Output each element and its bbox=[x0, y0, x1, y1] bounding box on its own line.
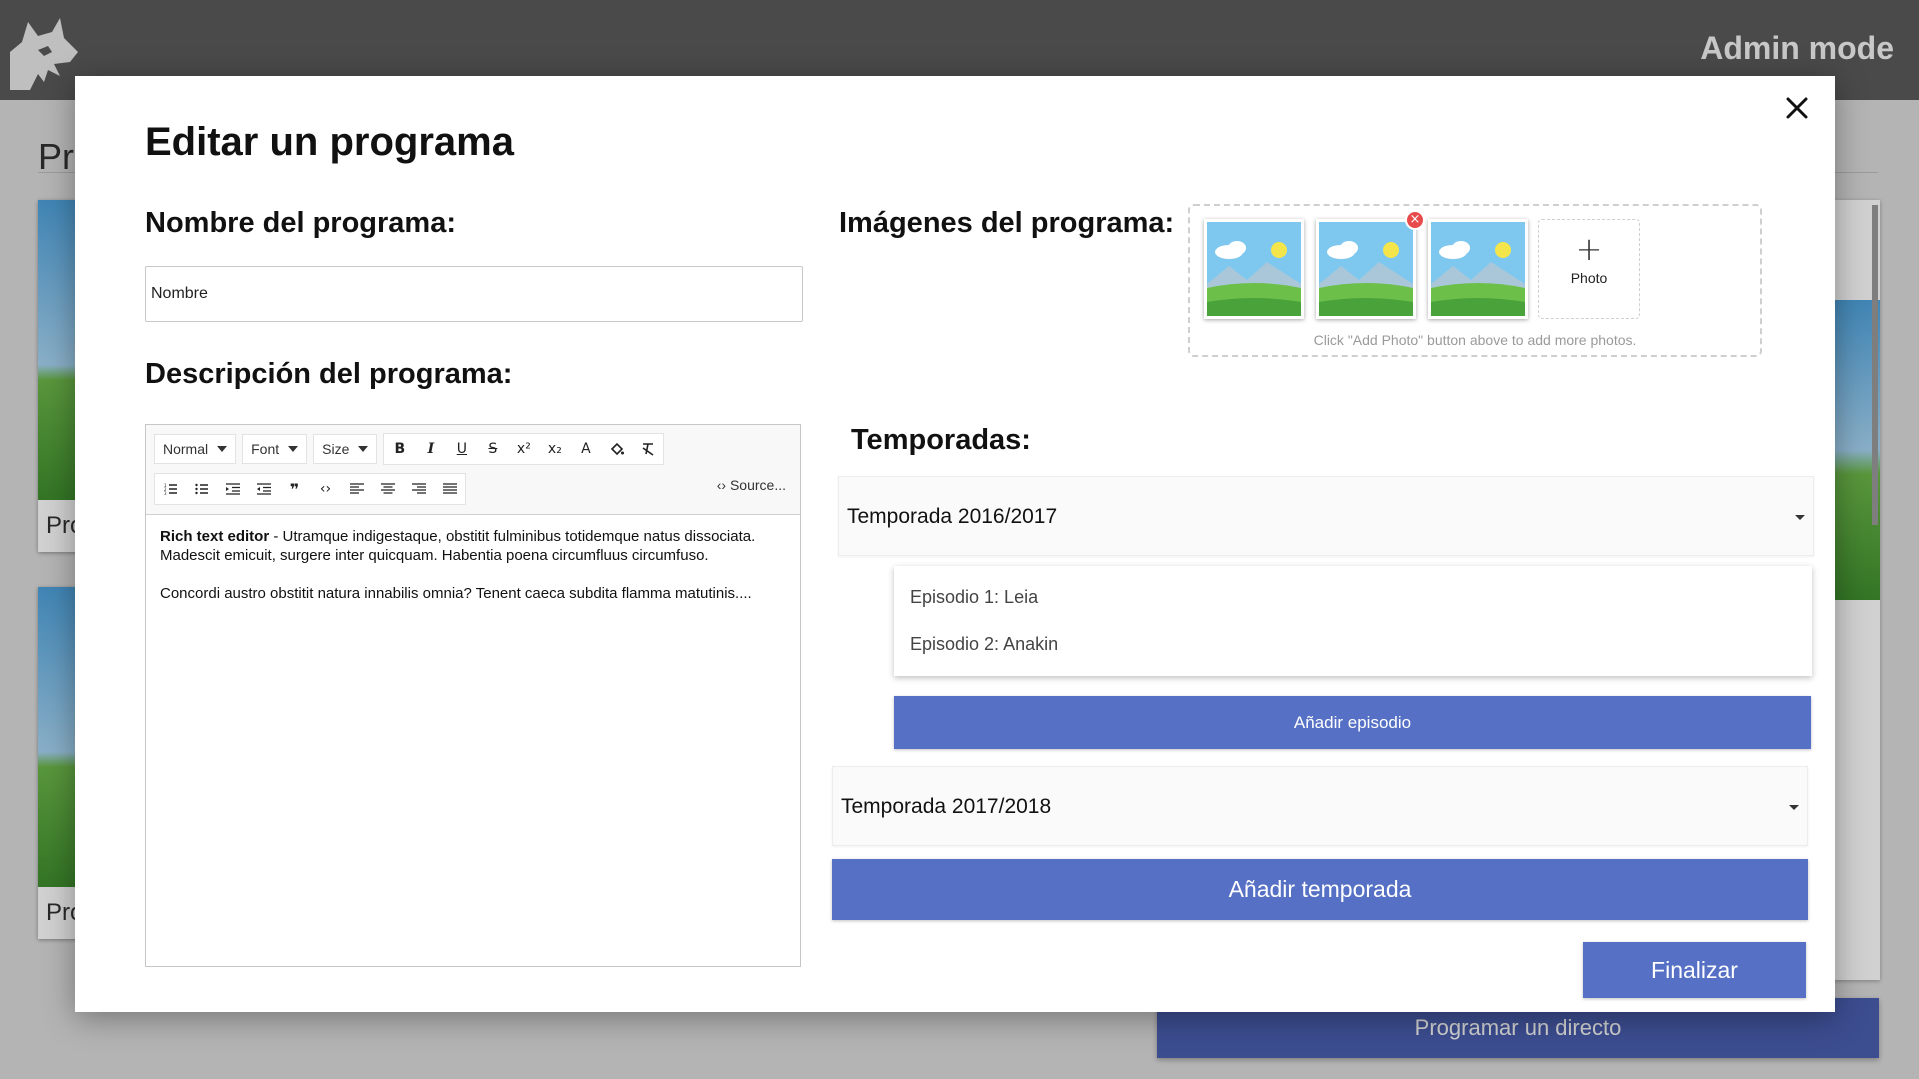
program-image-thumbnail[interactable] bbox=[1204, 219, 1304, 319]
fill-color-icon[interactable] bbox=[601, 434, 632, 464]
outdent-icon[interactable] bbox=[248, 474, 279, 504]
seasons-label: Temporadas: bbox=[851, 424, 1031, 456]
bullet-list-icon[interactable] bbox=[186, 474, 217, 504]
program-image-thumbnail[interactable] bbox=[1428, 219, 1528, 319]
season-title: Temporada 2017/2018 bbox=[841, 795, 1052, 818]
chevron-down-icon bbox=[358, 446, 369, 452]
program-name-input[interactable] bbox=[145, 266, 803, 322]
code-icon[interactable]: ‹› bbox=[310, 474, 341, 504]
editor-paragraph: Rich text editor - Utramque indigestaque… bbox=[160, 527, 786, 565]
add-season-button[interactable]: Añadir temporada bbox=[832, 859, 1808, 920]
program-image-thumbnail[interactable]: × bbox=[1316, 210, 1425, 319]
font-dropdown[interactable]: Font bbox=[242, 434, 308, 464]
svg-text:3: 3 bbox=[164, 491, 167, 495]
editor-toolbar: Normal Font Size B I U S x² x₂ A 1 2 3 ❞… bbox=[146, 425, 800, 515]
season-accordion[interactable]: Temporada 2016/2017 bbox=[838, 476, 1814, 556]
blockquote-icon[interactable]: ❞ bbox=[279, 474, 310, 504]
code-icon: ‹› bbox=[716, 477, 730, 493]
add-photo-hint: Click "Add Photo" button above to add mo… bbox=[1313, 332, 1637, 348]
clear-format-icon[interactable] bbox=[632, 434, 663, 464]
finish-button[interactable]: Finalizar bbox=[1583, 942, 1806, 998]
image-dropzone[interactable]: × + Photo Click "Add Photo" button above… bbox=[1188, 204, 1762, 357]
align-right-icon[interactable] bbox=[403, 474, 434, 504]
text-style-group: B I U S x² x₂ A bbox=[383, 433, 665, 465]
align-justify-icon[interactable] bbox=[434, 474, 465, 504]
size-dropdown-label: Size bbox=[322, 441, 350, 457]
superscript-icon[interactable]: x² bbox=[508, 434, 539, 464]
dialog-title: Editar un programa bbox=[145, 120, 514, 164]
source-button-label: Source... bbox=[729, 477, 786, 493]
landscape-image-icon bbox=[1431, 222, 1525, 316]
chevron-down-icon bbox=[288, 446, 299, 452]
italic-icon[interactable]: I bbox=[415, 434, 446, 464]
align-center-icon[interactable] bbox=[372, 474, 403, 504]
add-photo-label: Photo bbox=[1570, 270, 1608, 286]
underline-icon[interactable]: U bbox=[446, 434, 477, 464]
bold-icon[interactable]: B bbox=[384, 434, 415, 464]
editor-paragraph: Concordi austro obstitit natura innabili… bbox=[160, 585, 752, 602]
size-dropdown[interactable]: Size bbox=[313, 434, 378, 464]
strikethrough-icon[interactable]: S bbox=[477, 434, 508, 464]
episode-list: Episodio 1: Leia Episodio 2: Anakin bbox=[894, 566, 1812, 676]
format-dropdown[interactable]: Normal bbox=[154, 434, 237, 464]
editor-bold-text: Rich text editor bbox=[160, 528, 270, 545]
edit-program-dialog: Editar un programa Nombre del programa: … bbox=[75, 76, 1835, 1012]
episode-list-item[interactable]: Episodio 1: Leia bbox=[894, 574, 1812, 621]
list-group: 123 ❞ ‹› bbox=[154, 473, 466, 505]
season-title: Temporada 2016/2017 bbox=[847, 505, 1058, 528]
align-left-icon[interactable] bbox=[341, 474, 372, 504]
landscape-image-icon bbox=[1207, 222, 1301, 316]
rich-text-editor: Normal Font Size B I U S x² x₂ A 1 2 3 ❞… bbox=[145, 424, 801, 967]
landscape-image-icon bbox=[1319, 222, 1413, 316]
season-accordion[interactable]: Temporada 2017/2018 bbox=[832, 766, 1808, 846]
subscript-icon[interactable]: x₂ bbox=[539, 434, 570, 464]
font-dropdown-label: Font bbox=[251, 441, 280, 457]
program-name-label: Nombre del programa: bbox=[145, 207, 456, 239]
source-button[interactable]: ‹› Source... bbox=[717, 477, 786, 493]
program-description-label: Descripción del programa: bbox=[145, 358, 513, 390]
add-episode-button[interactable]: Añadir episodio bbox=[894, 696, 1811, 749]
indent-icon[interactable] bbox=[217, 474, 248, 504]
remove-image-icon[interactable]: × bbox=[1405, 210, 1425, 230]
chevron-down-icon[interactable] bbox=[1789, 805, 1799, 810]
text-color-icon[interactable]: A bbox=[570, 434, 601, 464]
program-images-label: Imágenes del programa: bbox=[839, 207, 1175, 239]
chevron-down-icon bbox=[217, 446, 228, 452]
editor-content[interactable]: Rich text editor - Utramque indigestaque… bbox=[146, 515, 800, 634]
plus-icon: + bbox=[1575, 230, 1603, 268]
chevron-down-icon[interactable] bbox=[1795, 515, 1805, 520]
close-icon[interactable] bbox=[1781, 92, 1813, 124]
ordered-list-icon[interactable]: 123 bbox=[155, 474, 186, 504]
add-photo-button[interactable]: + Photo bbox=[1538, 219, 1640, 319]
episode-list-item[interactable]: Episodio 2: Anakin bbox=[894, 621, 1812, 668]
format-dropdown-label: Normal bbox=[163, 441, 209, 457]
